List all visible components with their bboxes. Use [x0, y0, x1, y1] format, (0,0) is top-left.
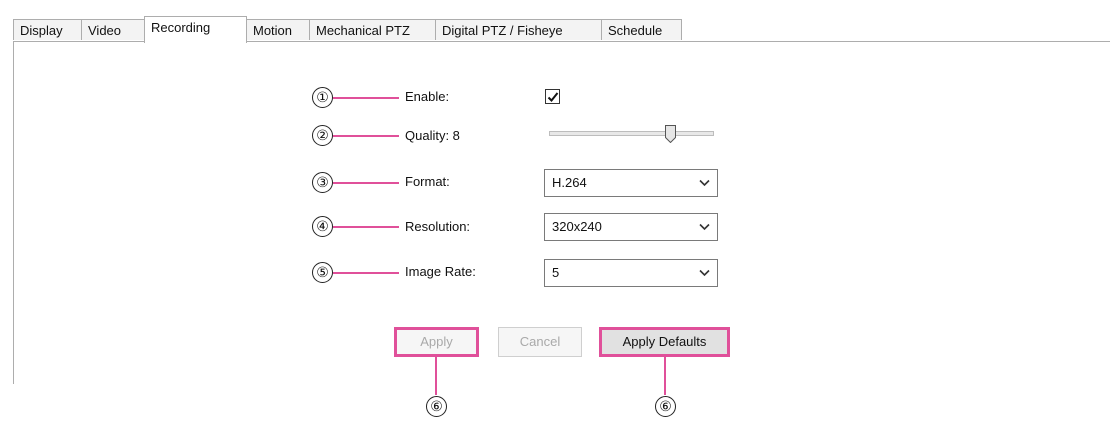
image-rate-value: 5	[552, 265, 560, 280]
callout-6-apply: ⑥	[426, 396, 447, 417]
resolution-label: Resolution:	[405, 219, 471, 234]
callout-3: ③	[312, 172, 333, 193]
tab-video[interactable]: Video	[81, 19, 145, 40]
callout-1: ①	[312, 87, 333, 108]
callout-5: ⑤	[312, 262, 333, 283]
callout-line-5	[333, 272, 399, 274]
callout-line-3	[333, 182, 399, 184]
image-rate-select[interactable]: 5	[544, 259, 718, 287]
callout-line-1	[333, 97, 399, 99]
format-label: Format:	[405, 174, 450, 189]
tab-schedule[interactable]: Schedule	[601, 19, 682, 40]
chevron-down-icon	[699, 179, 710, 187]
resolution-value: 320x240	[552, 219, 602, 234]
format-select[interactable]: H.264	[544, 169, 718, 197]
callout-line-6a	[435, 357, 437, 395]
slider-thumb-icon[interactable]	[665, 125, 676, 143]
callout-2: ②	[312, 125, 333, 146]
tab-mechanical-ptz[interactable]: Mechanical PTZ	[309, 19, 436, 40]
callout-4: ④	[312, 216, 333, 237]
chevron-down-icon	[699, 269, 710, 277]
tab-recording[interactable]: Recording	[144, 16, 247, 43]
tab-digital-ptz-fisheye[interactable]: Digital PTZ / Fisheye	[435, 19, 602, 40]
checkmark-icon	[547, 92, 559, 102]
resolution-select[interactable]: 320x240	[544, 213, 718, 241]
apply-defaults-button[interactable]: Apply Defaults	[599, 327, 730, 357]
quality-label: Quality: 8	[405, 128, 460, 143]
callout-line-6b	[664, 357, 666, 395]
enable-checkbox[interactable]	[545, 89, 560, 104]
cancel-button[interactable]: Cancel	[498, 327, 582, 357]
quality-slider-track[interactable]	[549, 131, 714, 136]
callout-line-2	[333, 135, 399, 137]
chevron-down-icon	[699, 223, 710, 231]
format-value: H.264	[552, 175, 587, 190]
tab-bar: Display Video Recording Motion Mechanica…	[13, 16, 1110, 43]
image-rate-label: Image Rate:	[405, 264, 476, 279]
callout-6-apply-defaults: ⑥	[655, 396, 676, 417]
apply-button[interactable]: Apply	[394, 327, 479, 357]
tab-motion[interactable]: Motion	[246, 19, 310, 40]
tab-display[interactable]: Display	[13, 19, 82, 40]
enable-label: Enable:	[405, 89, 450, 104]
callout-line-4	[333, 226, 399, 228]
